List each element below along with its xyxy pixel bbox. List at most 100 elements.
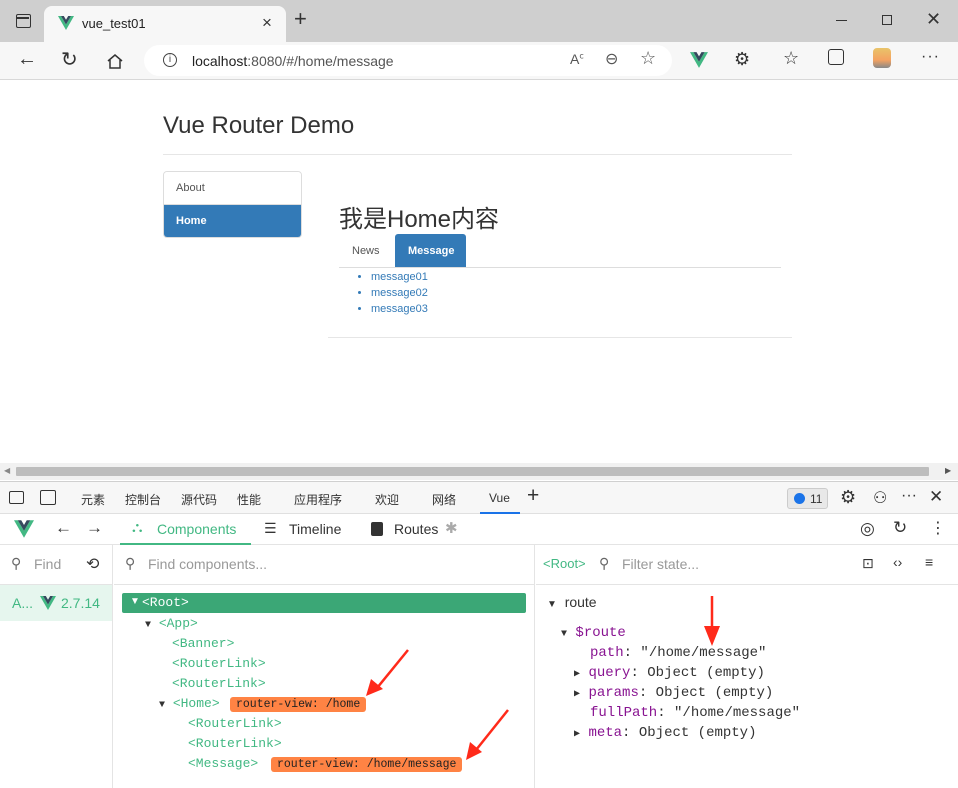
devtools-tab-vue[interactable]: Vue (480, 482, 520, 514)
minimize-icon[interactable] (836, 20, 847, 21)
customize-icon[interactable]: ⚇ (873, 488, 887, 508)
tree-node-home[interactable]: ▼ <Home> (159, 696, 220, 711)
toggle-view-icon[interactable]: ≡ (925, 554, 933, 570)
devtools-tab[interactable]: 欢迎 (375, 491, 399, 508)
scrollbar-thumb[interactable] (16, 467, 929, 476)
filter-state-input[interactable]: Filter state... (622, 556, 699, 572)
settings-gear-icon[interactable]: ⚙ (840, 487, 856, 508)
tree-node-routerlink[interactable]: <RouterLink> (188, 716, 282, 731)
vue-tab-components[interactable]: ⛬ Components (120, 514, 251, 545)
refresh-icon[interactable]: ↻ (61, 47, 78, 72)
devtools-tabbar: 元素 控制台 源代码 性能 应用程序 欢迎 网络 Vue + 11 ⚙ ⚇ ··… (0, 481, 958, 514)
timeline-label: Timeline (289, 521, 342, 537)
message-link[interactable]: message01 (371, 269, 428, 285)
page-heading: Vue Router Demo (163, 112, 355, 139)
open-source-icon[interactable]: ‹› (893, 554, 902, 570)
scroll-to-component-icon[interactable]: ⊡ (862, 555, 874, 572)
issues-count: 11 (810, 492, 823, 506)
subtab-message[interactable]: Message (395, 234, 466, 268)
device-emulation-icon[interactable] (40, 490, 56, 505)
routes-label: Routes (394, 521, 439, 537)
routes-icon (371, 522, 383, 536)
info-icon[interactable]: i (163, 53, 177, 67)
scroll-left-icon[interactable]: ◀ (4, 466, 10, 475)
state-object-route[interactable]: ▼ $route (561, 625, 626, 641)
component-tree-panel: ⚲ Find components... ▼ <Root> ▼ <App> <B… (114, 545, 535, 788)
vue-devtools-body: ⚲ Find ⟲ A... 2.7.14 ⚲ Find components..… (0, 545, 958, 788)
state-section-route[interactable]: ▼ route (547, 594, 597, 610)
vue-devtools-extension-icon[interactable] (690, 52, 708, 68)
vue-devtools-toolbar: ← → ⛬ Components ☰ Timeline Routes ✱ ◎ ↻… (0, 514, 958, 545)
state-row-meta[interactable]: ▶ meta: Object (empty) (574, 725, 756, 741)
back-icon[interactable]: ← (55, 518, 72, 538)
zoom-icon[interactable]: ⊖ (605, 49, 618, 69)
nav-about-link[interactable]: About (164, 172, 301, 205)
more-menu-icon[interactable]: ··· (921, 48, 940, 66)
more-options-icon[interactable]: ··· (901, 487, 917, 505)
router-view-badge: router-view: /home (230, 697, 367, 712)
state-inspector-panel: <Root> ⚲ Filter state... ⊡ ‹› ≡ ▼ route … (536, 545, 958, 788)
state-row-params[interactable]: ▶ params: Object (empty) (574, 685, 773, 701)
message-link[interactable]: message02 (371, 285, 428, 301)
nav-home-link[interactable]: Home (164, 205, 301, 237)
components-icon: ⛬ (132, 519, 143, 536)
refresh-apps-icon[interactable]: ⟲ (86, 554, 99, 574)
forward-icon[interactable]: → (86, 518, 103, 538)
vue-tab-routes[interactable]: Routes ✱ (369, 514, 469, 545)
subtab-divider (339, 267, 781, 268)
tree-node-app[interactable]: ▼ <App> (145, 616, 198, 631)
find-apps-input[interactable]: Find (34, 556, 61, 572)
state-row-query[interactable]: ▶ query: Object (empty) (574, 665, 765, 681)
devtools-tab[interactable]: 控制台 (125, 491, 161, 508)
vue-version: 2.7.14 (61, 595, 100, 611)
close-tab-icon[interactable]: × (262, 13, 272, 33)
collapse-icon[interactable]: ▼ (130, 596, 140, 607)
vue-tab-timeline[interactable]: ☰ Timeline (262, 514, 352, 545)
scroll-right-icon[interactable]: ▶ (945, 466, 951, 475)
profile-avatar[interactable] (873, 48, 891, 68)
favorite-add-icon[interactable]: ☆ (640, 48, 656, 69)
devtools-tab[interactable]: 源代码 (181, 491, 217, 508)
more-vert-icon[interactable]: ⋮ (930, 518, 946, 538)
inspect-icon[interactable] (9, 491, 24, 504)
app-entry[interactable]: A... 2.7.14 (0, 585, 112, 621)
browser-tab[interactable]: vue_test01 × (44, 6, 286, 42)
devtools-tab[interactable]: 网络 (432, 491, 456, 508)
close-devtools-icon[interactable]: ✕ (929, 487, 943, 507)
find-components-input[interactable]: Find components... (148, 556, 267, 572)
add-panel-icon[interactable]: + (527, 484, 539, 508)
refresh-icon[interactable]: ↻ (893, 518, 907, 538)
state-row-fullpath[interactable]: fullPath: "/home/message" (590, 705, 800, 721)
subtab-news-label: News (352, 245, 380, 257)
tree-node-routerlink[interactable]: <RouterLink> (188, 736, 282, 751)
extensions-icon[interactable]: ⚙ (734, 49, 750, 70)
tree-node-banner[interactable]: <Banner> (172, 636, 234, 651)
devtools-tab-vue-label: Vue (489, 491, 510, 505)
devtools-tab[interactable]: 应用程序 (294, 491, 342, 508)
read-aloud-icon[interactable]: Aⅽ (570, 51, 584, 67)
subtab-news[interactable]: News (339, 234, 395, 267)
favorites-icon[interactable]: ☆ (783, 48, 799, 69)
tree-node-routerlink[interactable]: <RouterLink> (172, 656, 266, 671)
maximize-icon[interactable] (882, 15, 892, 25)
devtools-tab[interactable]: 元素 (81, 491, 105, 508)
new-tab-icon[interactable]: + (294, 8, 307, 30)
message-link[interactable]: message03 (371, 301, 428, 317)
state-row-path[interactable]: path: "/home/message" (590, 645, 766, 661)
select-component-icon[interactable]: ◎ (860, 519, 875, 539)
back-icon[interactable]: ← (17, 48, 37, 71)
tree-node-root[interactable]: ▼ <Root> (122, 593, 526, 613)
horizontal-scrollbar[interactable]: ◀ ▶ (0, 463, 958, 480)
tree-node-routerlink[interactable]: <RouterLink> (172, 676, 266, 691)
timeline-icon: ☰ (264, 520, 277, 536)
home-icon[interactable] (106, 53, 124, 70)
collections-icon[interactable] (828, 49, 844, 65)
devtools-tab[interactable]: 性能 (237, 491, 261, 508)
tree-node-message[interactable]: <Message> (188, 756, 258, 771)
components-label: Components (157, 521, 237, 537)
close-window-icon[interactable]: ✕ (926, 9, 941, 30)
address-bar[interactable]: i localhost:8080/#/home/message Aⅽ ⊖ ☆ (144, 45, 672, 76)
side-nav: About Home (163, 171, 302, 238)
issues-badge[interactable]: 11 (787, 488, 828, 509)
tab-actions-icon[interactable] (16, 14, 31, 28)
